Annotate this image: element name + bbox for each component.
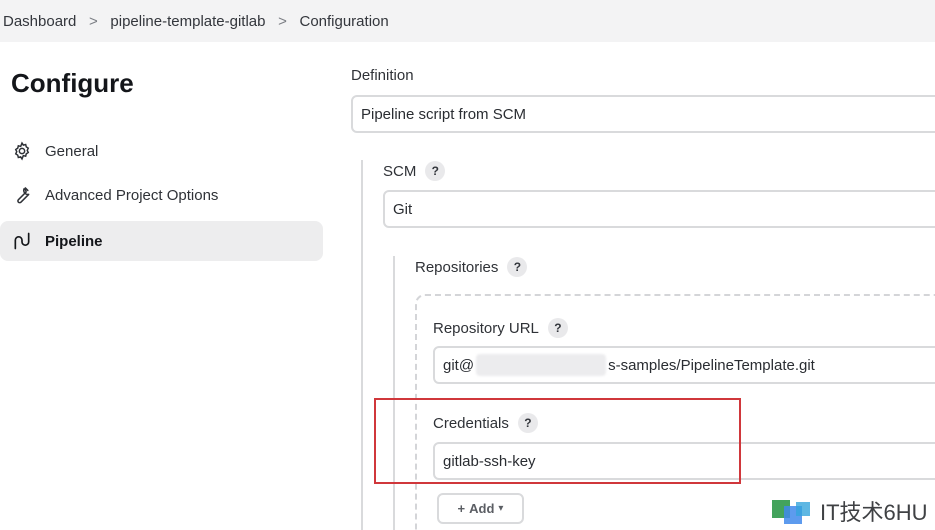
watermark: IT技术6HU bbox=[770, 495, 928, 527]
scm-label: SCM ? bbox=[383, 161, 446, 181]
repository-url-suffix: s-samples/PipelineTemplate.git bbox=[608, 356, 815, 374]
breadcrumb-separator: > bbox=[89, 12, 98, 30]
caret-down-icon: ▾ bbox=[498, 503, 504, 514]
repositories-help-icon[interactable]: ? bbox=[507, 257, 528, 277]
breadcrumb-configuration[interactable]: Configuration bbox=[299, 13, 388, 30]
definition-select[interactable]: Pipeline script from SCM bbox=[351, 95, 935, 133]
sidebar-item-advanced-project-options[interactable]: Advanced Project Options bbox=[0, 175, 323, 215]
wrench-icon bbox=[11, 184, 33, 206]
watermark-text: IT技术6HU bbox=[820, 500, 928, 525]
add-button-label: Add bbox=[469, 501, 495, 516]
repository-url-prefix: git@ bbox=[443, 356, 475, 374]
sidebar-item-pipeline[interactable]: Pipeline bbox=[0, 221, 323, 261]
breadcrumb-job[interactable]: pipeline-template-gitlab bbox=[110, 13, 265, 30]
page-title: Configure bbox=[11, 68, 134, 98]
repository-url-input[interactable]: git@ s-samples/PipelineTemplate.git bbox=[433, 346, 935, 384]
section-guide-line bbox=[393, 256, 395, 530]
repository-url-label-text: Repository URL bbox=[433, 319, 539, 337]
sidebar-item-label: General bbox=[45, 142, 99, 160]
pipeline-icon bbox=[11, 230, 33, 252]
scm-label-text: SCM bbox=[383, 162, 417, 180]
breadcrumb-separator: > bbox=[278, 12, 287, 30]
redacted-region bbox=[476, 354, 607, 376]
plus-icon: + bbox=[457, 501, 466, 516]
breadcrumb: Dashboard > pipeline-template-gitlab > C… bbox=[0, 0, 935, 42]
highlight-box bbox=[374, 398, 741, 484]
sidebar-item-label: Pipeline bbox=[45, 232, 103, 250]
repository-url-help-icon[interactable]: ? bbox=[547, 318, 568, 338]
section-guide-line bbox=[361, 160, 363, 530]
scm-help-icon[interactable]: ? bbox=[425, 161, 446, 181]
repositories-label: Repositories ? bbox=[415, 257, 528, 277]
scm-select[interactable]: Git bbox=[383, 190, 935, 228]
gear-icon bbox=[11, 140, 33, 162]
breadcrumb-dashboard[interactable]: Dashboard bbox=[3, 13, 76, 30]
watermark-logo bbox=[770, 496, 814, 526]
repositories-label-text: Repositories bbox=[415, 258, 499, 276]
sidebar-item-general[interactable]: General bbox=[0, 131, 323, 171]
definition-label: Definition bbox=[351, 67, 414, 84]
sidebar-item-label: Advanced Project Options bbox=[45, 186, 219, 204]
add-credentials-button[interactable]: + Add ▾ bbox=[437, 493, 524, 524]
repository-url-label: Repository URL ? bbox=[433, 318, 568, 338]
